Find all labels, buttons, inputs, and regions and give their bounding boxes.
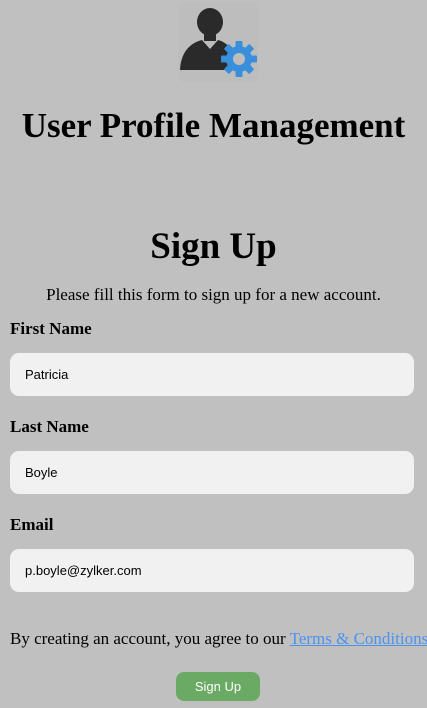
form-subtitle: Please fill this form to sign up for a n… xyxy=(46,285,381,304)
form-title: Sign Up xyxy=(150,226,277,267)
first-name-field[interactable] xyxy=(10,353,414,396)
last-name-label: Last Name xyxy=(10,417,89,436)
user-gear-icon xyxy=(180,8,257,77)
last-name-field[interactable] xyxy=(10,451,414,494)
terms-link[interactable]: Terms & Conditions xyxy=(290,629,427,648)
first-name-label: First Name xyxy=(10,319,92,338)
email-field[interactable] xyxy=(10,549,414,592)
sign-up-button[interactable]: Sign Up xyxy=(176,672,260,701)
terms-prefix: By creating an account, you agree to our xyxy=(10,629,290,648)
app-title: User Profile Management xyxy=(21,106,406,145)
app-logo xyxy=(178,2,258,82)
terms-notice: By creating an account, you agree to our… xyxy=(10,628,427,650)
email-label: Email xyxy=(10,515,54,534)
